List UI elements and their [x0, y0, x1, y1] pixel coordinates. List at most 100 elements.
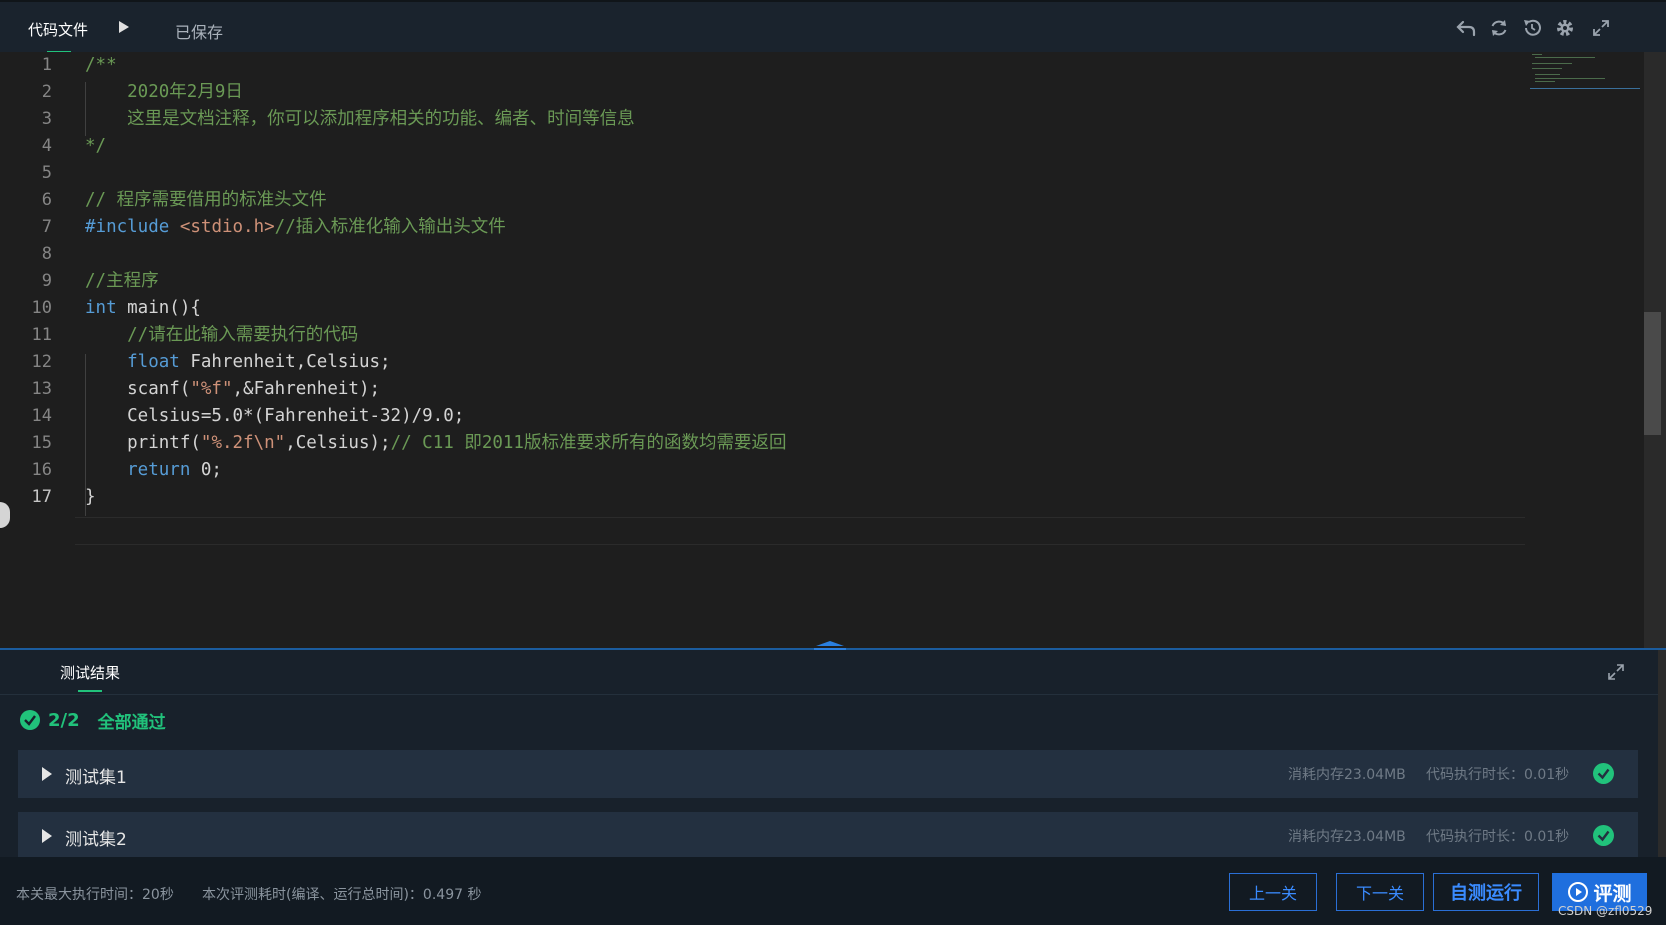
code-line-17: } — [85, 484, 96, 511]
code-text: } — [85, 487, 96, 507]
code-line-7: #include <stdio.h>//插入标准化输入输出头文件 — [85, 214, 506, 241]
tab-test-results[interactable]: 测试结果 — [60, 662, 120, 683]
code-line-2: 2020年2月9日 — [85, 79, 243, 106]
line-number: 12 — [31, 352, 52, 372]
code-comment: */ — [85, 136, 107, 156]
code-text: Fahrenheit,Celsius; — [179, 352, 391, 372]
code-line-1: /** — [85, 52, 117, 79]
editor-scrollbar-thumb[interactable] — [1644, 312, 1661, 435]
result-summary: 2/2 全部通过 — [20, 708, 166, 733]
line-number: 9 — [41, 271, 52, 291]
line-number: 5 — [41, 163, 52, 183]
code-comment: //主程序 — [85, 271, 159, 291]
side-panel-toggle[interactable] — [0, 502, 10, 528]
code-keyword: int — [85, 298, 117, 318]
code-editor[interactable]: 1 2 3 4 5 6 7 8 9 10 11 12 13 14 15 16 1… — [0, 52, 1640, 648]
testcase-memory: 消耗内存23.04MB — [1288, 767, 1406, 783]
watermark-text: CSDN @zfl0529 — [1558, 904, 1653, 918]
line-number: 6 — [41, 190, 52, 210]
refresh-icon[interactable] — [1488, 17, 1510, 39]
minimap-line — [1535, 81, 1555, 82]
tab-code-file[interactable]: 代码文件 — [28, 19, 88, 40]
code-comment: // C11 即2011版标准要求所有的函数均需要返回 — [390, 433, 787, 453]
code-line-15: printf("%.2f\n",Celsius);// C11 即2011版标准… — [85, 430, 786, 457]
line-number: 10 — [31, 298, 52, 318]
line-number: 3 — [41, 109, 52, 129]
minimap-line — [1535, 74, 1560, 75]
code-line-11: //请在此输入需要执行的代码 — [85, 322, 358, 349]
code-text: 0; — [190, 460, 222, 480]
editor-topbar: 代码文件 已保存 — [0, 0, 1666, 54]
footer-bar: 本关最大执行时间：20秒 本次评测耗时(编译、运行总时间)：0.497 秒 上一… — [0, 857, 1666, 925]
testcase-row[interactable]: 测试集1 消耗内存23.04MB 代码执行时长：0.01秒 — [18, 750, 1638, 798]
line-number: 11 — [31, 325, 52, 345]
code-string: "%f" — [190, 379, 233, 399]
max-exec-time: 本关最大执行时间：20秒 — [16, 887, 174, 903]
results-scrollbar[interactable] — [1658, 650, 1666, 857]
minimap-line — [1535, 78, 1605, 79]
code-text: Celsius=5.0*(Fahrenheit-32)/9.0; — [85, 406, 465, 426]
code-keyword: #include — [85, 217, 170, 237]
testcase-name: 测试集1 — [65, 768, 127, 788]
line-number: 8 — [41, 244, 52, 264]
code-comment: 2020年2月9日 — [85, 82, 243, 102]
minimap-line — [1532, 63, 1572, 64]
eval-time: 本次评测耗时(编译、运行总时间)：0.497 秒 — [202, 887, 482, 903]
code-comment: // 程序需要借用的标准头文件 — [85, 190, 327, 210]
line-number: 15 — [31, 433, 52, 453]
code-line-9: //主程序 — [85, 268, 159, 295]
play-icon[interactable] — [118, 20, 130, 34]
code-text: printf( — [85, 433, 201, 453]
code-keyword: return — [85, 460, 191, 480]
settings-icon[interactable] — [1554, 17, 1576, 39]
line-number: 1 — [41, 55, 52, 75]
evaluate-label: 评测 — [1593, 882, 1632, 905]
code-line-16: return 0; — [85, 457, 222, 484]
code-comment: /** — [85, 55, 117, 75]
code-line-4: */ — [85, 133, 106, 160]
line-number: 14 — [31, 406, 52, 426]
code-keyword: float — [85, 352, 180, 372]
code-text: ,Celsius); — [285, 433, 391, 453]
pass-status: 全部通过 — [97, 712, 166, 733]
check-circle-icon — [1593, 763, 1614, 784]
divider — [0, 694, 1666, 695]
testcase-time: 代码执行时长：0.01秒 — [1426, 767, 1570, 783]
test-results-panel: 测试结果 2/2 全部通过 测试集1 消耗内存23.04MB 代码执行时长：0.… — [0, 650, 1666, 860]
play-circle-icon — [1568, 882, 1589, 902]
undo-icon[interactable] — [1455, 17, 1477, 39]
caret-right-icon[interactable] — [42, 767, 52, 781]
code-text: ,&Fahrenheit); — [232, 379, 381, 399]
restore-icon[interactable] — [1521, 17, 1543, 39]
line-number: 7 — [41, 217, 52, 237]
line-number: 2 — [41, 82, 52, 102]
code-line-14: Celsius=5.0*(Fahrenheit-32)/9.0; — [85, 403, 464, 430]
code-line-3: 这里是文档注释，你可以添加程序相关的功能、编者、时间等信息 — [85, 106, 635, 133]
check-circle-icon — [20, 710, 40, 730]
code-string: "%.2f\n" — [200, 433, 286, 453]
save-status: 已保存 — [175, 23, 224, 42]
testcase-name: 测试集2 — [65, 830, 127, 850]
code-line-6: // 程序需要借用的标准头文件 — [85, 187, 327, 214]
fullscreen-icon[interactable] — [1590, 17, 1612, 39]
self-test-run-button[interactable]: 自测运行 — [1433, 873, 1539, 911]
testcase-time: 代码执行时长：0.01秒 — [1426, 829, 1570, 845]
code-comment: //请在此输入需要执行的代码 — [85, 325, 359, 345]
code-line-12: float Fahrenheit,Celsius; — [85, 349, 391, 376]
caret-right-icon[interactable] — [42, 829, 52, 843]
current-line-highlight — [75, 517, 1525, 545]
next-level-button[interactable]: 下一关 — [1336, 873, 1424, 911]
code-text: scanf( — [85, 379, 191, 399]
line-number-active: 17 — [31, 487, 52, 507]
code-minimap[interactable] — [1530, 52, 1640, 89]
code-text: main(){ — [116, 298, 201, 318]
code-comment: 这里是文档注释，你可以添加程序相关的功能、编者、时间等信息 — [85, 109, 635, 129]
minimap-line — [1532, 54, 1542, 55]
minimap-line — [1535, 57, 1595, 58]
expand-icon[interactable] — [1606, 662, 1626, 682]
prev-level-button[interactable]: 上一关 — [1229, 873, 1317, 911]
active-tab-indicator — [78, 690, 102, 692]
testcase-row[interactable]: 测试集2 消耗内存23.04MB 代码执行时长：0.01秒 — [18, 812, 1638, 860]
testcase-memory: 消耗内存23.04MB — [1288, 829, 1406, 845]
line-number: 13 — [31, 379, 52, 399]
